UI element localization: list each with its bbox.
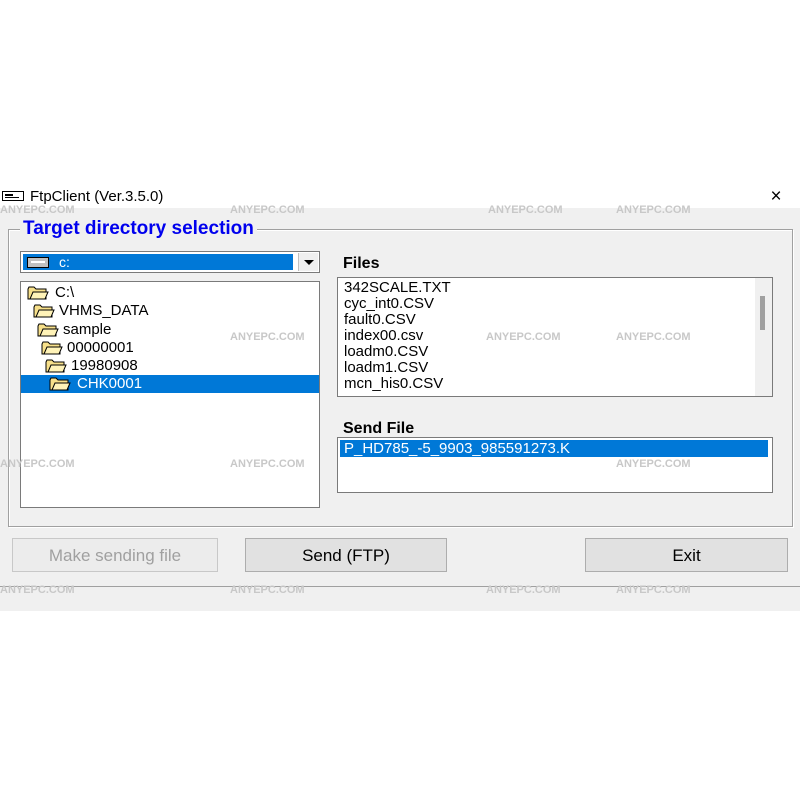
exit-button[interactable]: Exit — [585, 538, 788, 572]
watermark-text: ANYEPC.COM — [230, 331, 305, 343]
watermark-text: ANYEPC.COM — [0, 458, 75, 470]
tree-item-label: C:\ — [55, 284, 75, 301]
file-item[interactable]: loadm0.CSV — [344, 344, 428, 360]
drive-dropdown-button[interactable] — [298, 253, 318, 271]
send-file-item[interactable]: P_HD785_-5_9903_985591273.K — [340, 440, 768, 457]
open-folder-icon — [49, 377, 71, 391]
app-icon — [2, 191, 24, 201]
ftp-client-window: FtpClient (Ver.3.5.0) × Target directory… — [0, 186, 800, 611]
file-item[interactable]: mcn_his0.CSV — [344, 376, 443, 392]
watermark-text: ANYEPC.COM — [230, 458, 305, 470]
watermark-text: ANYEPC.COM — [0, 584, 75, 596]
watermark-text: ANYEPC.COM — [616, 331, 691, 343]
watermark-text: ANYEPC.COM — [230, 204, 305, 216]
send-ftp-button[interactable]: Send (FTP) — [245, 538, 447, 572]
file-item[interactable]: loadm1.CSV — [344, 360, 428, 376]
scroll-thumb[interactable] — [760, 296, 765, 330]
open-folder-icon — [33, 304, 55, 318]
file-item[interactable]: index00.csv — [344, 328, 423, 344]
send-file-list[interactable]: P_HD785_-5_9903_985591273.K — [337, 437, 773, 493]
drive-icon — [27, 257, 49, 268]
file-item[interactable]: fault0.CSV — [344, 312, 416, 328]
watermark-text: ANYEPC.COM — [616, 458, 691, 470]
send-file-label: Send File — [343, 420, 415, 437]
tree-item-label: CHK0001 — [77, 375, 143, 392]
watermark-text: ANYEPC.COM — [486, 584, 561, 596]
file-item[interactable]: cyc_int0.CSV — [344, 296, 434, 312]
tree-item-label: VHMS_DATA — [59, 302, 149, 319]
watermark-text: ANYEPC.COM — [616, 204, 691, 216]
close-button[interactable]: × — [764, 186, 788, 208]
chevron-down-icon — [304, 260, 314, 265]
files-label: Files — [343, 255, 380, 272]
tree-item-vhms-data[interactable]: VHMS_DATA — [21, 302, 319, 320]
watermark-text: ANYEPC.COM — [616, 584, 691, 596]
tree-item-c-root[interactable]: C:\ — [21, 284, 319, 302]
group-title: Target directory selection — [20, 218, 257, 240]
make-sending-file-button[interactable]: Make sending file — [12, 538, 218, 572]
tree-item-label: 19980908 — [71, 357, 138, 374]
tree-item-19980908[interactable]: 19980908 — [21, 357, 319, 375]
watermark-text: ANYEPC.COM — [486, 331, 561, 343]
open-folder-icon — [37, 323, 59, 337]
files-scrollbar[interactable] — [755, 278, 772, 396]
tree-item-label: sample — [63, 321, 112, 338]
window-title: FtpClient (Ver.3.5.0) — [30, 188, 164, 205]
drive-selected-value: c: — [23, 254, 293, 270]
watermark-text: ANYEPC.COM — [488, 204, 563, 216]
watermark-text: ANYEPC.COM — [230, 584, 305, 596]
tree-item-label: 00000001 — [67, 339, 134, 356]
open-folder-icon — [45, 359, 67, 373]
file-item[interactable]: 342SCALE.TXT — [344, 280, 451, 296]
drive-select[interactable]: c: — [20, 251, 320, 273]
open-folder-icon — [41, 341, 63, 355]
directory-tree[interactable]: C:\ VHMS_DATA sample 00000001 19980908 C… — [20, 281, 320, 508]
watermark-text: ANYEPC.COM — [0, 204, 75, 216]
drive-label: c: — [59, 254, 70, 270]
tree-item-chk0001[interactable]: CHK0001 — [21, 375, 319, 393]
open-folder-icon — [27, 286, 49, 300]
